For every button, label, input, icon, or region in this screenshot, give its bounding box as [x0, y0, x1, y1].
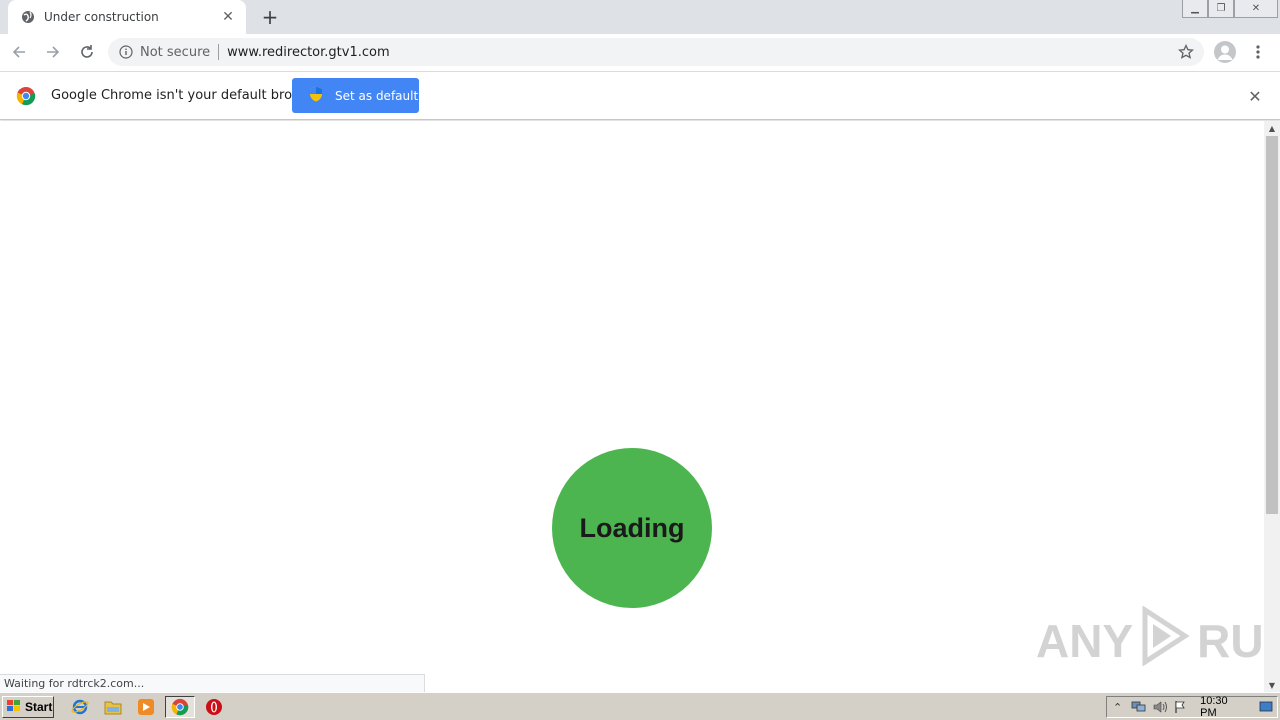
infobar-message: Google Chrome isn't your default browser	[51, 88, 323, 103]
star-icon[interactable]	[1176, 42, 1196, 62]
forward-button[interactable]	[38, 37, 68, 67]
loading-circle: Loading	[552, 448, 712, 608]
media-player-icon[interactable]	[136, 698, 156, 716]
arrow-right-icon	[47, 46, 60, 58]
address-bar[interactable]: Not secure www.redirector.gtv1.com	[108, 38, 1204, 66]
info-icon[interactable]	[118, 44, 134, 60]
restore-button[interactable]: ❐	[1208, 0, 1234, 18]
set-as-default-button[interactable]: Set as default	[292, 78, 419, 113]
play-icon	[1139, 604, 1191, 677]
reload-button[interactable]	[72, 37, 102, 67]
loading-text: Loading	[579, 512, 685, 543]
opera-icon[interactable]	[204, 698, 224, 716]
tab-title: Under construction	[44, 10, 159, 24]
system-tray: ⌃ 10:30 PM	[1106, 695, 1278, 719]
action-center-flag-icon[interactable]	[1171, 698, 1192, 716]
volume-icon[interactable]	[1150, 698, 1171, 716]
explorer-icon[interactable]	[103, 698, 123, 716]
globe-icon	[20, 9, 36, 25]
anyrun-watermark: ANY RUN	[1036, 604, 1280, 673]
ie-icon[interactable]	[70, 698, 90, 716]
scroll-down-arrow-icon[interactable]: ▼	[1264, 678, 1280, 692]
profile-avatar-icon[interactable]	[1214, 41, 1236, 63]
vertical-scrollbar[interactable]: ▲ ▼	[1264, 121, 1280, 692]
close-icon[interactable]: ✕	[1247, 87, 1263, 106]
shield-icon	[309, 86, 323, 105]
windows-flag-icon	[6, 699, 22, 716]
status-bubble: Waiting for rdtrck2.com...	[0, 674, 425, 692]
more-menu-icon[interactable]	[1248, 40, 1268, 64]
reload-icon	[81, 45, 93, 58]
scrollbar-thumb[interactable]	[1266, 136, 1278, 514]
arrow-left-icon	[12, 46, 25, 58]
browser-toolbar: Not secure www.redirector.gtv1.com	[0, 34, 1280, 70]
omnibox-divider	[218, 44, 220, 60]
new-tab-button[interactable]: +	[258, 5, 282, 29]
url-text[interactable]: www.redirector.gtv1.com	[227, 45, 1176, 60]
scroll-up-arrow-icon[interactable]: ▲	[1264, 121, 1280, 135]
show-desktop-icon[interactable]	[1256, 698, 1277, 716]
close-icon[interactable]: ✕	[220, 9, 236, 25]
minimize-button[interactable]: ▁	[1182, 0, 1208, 18]
browser-tab[interactable]: Under construction ✕	[8, 0, 246, 34]
taskbar-clock: 10:30 PM	[1200, 695, 1228, 719]
start-button[interactable]: Start	[2, 696, 54, 718]
chrome-logo-icon	[16, 86, 36, 106]
chrome-icon[interactable]	[165, 696, 195, 718]
page-content: Loading ANY RUN Waiting for rdtrck2.com.…	[0, 121, 1280, 692]
window-controls: ▁ ❐ ✕	[1182, 0, 1278, 18]
chevron-up-icon[interactable]: ⌃	[1107, 698, 1128, 716]
network-icon[interactable]	[1128, 698, 1149, 716]
windows-taskbar: Start ⌃ 10:30 PM	[0, 692, 1280, 720]
set-as-default-label: Set as default	[335, 88, 419, 103]
watermark-left-text: ANY	[1036, 615, 1134, 667]
security-label: Not secure	[140, 44, 211, 60]
default-browser-infobar: Google Chrome isn't your default browser…	[0, 71, 1280, 120]
back-button[interactable]	[4, 37, 34, 67]
close-window-button[interactable]: ✕	[1234, 0, 1278, 18]
tab-strip: Under construction ✕ + ▁ ❐ ✕	[0, 0, 1280, 34]
start-label: Start	[25, 700, 53, 714]
